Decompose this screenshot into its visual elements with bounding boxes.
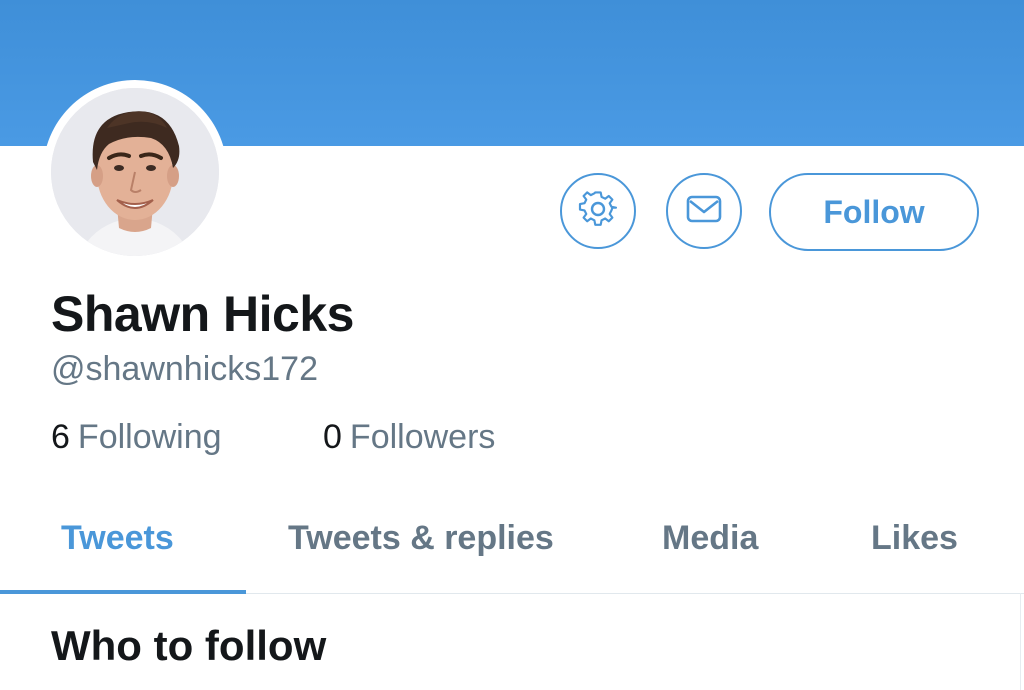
followers-label: Followers [349, 418, 496, 456]
display-name: Shawn Hicks [51, 286, 354, 342]
tab-media[interactable]: Media [662, 519, 758, 558]
message-button[interactable] [666, 173, 742, 249]
followers-count: 0 [323, 418, 342, 456]
tab-tweets[interactable]: Tweets [61, 519, 174, 558]
envelope-icon [684, 189, 724, 234]
following-count: 6 [51, 418, 70, 456]
user-handle: @shawnhicks172 [51, 350, 318, 388]
followers-stat[interactable]: 0 Followers [323, 418, 495, 457]
settings-button[interactable] [560, 173, 636, 249]
profile-tabs: Tweets Tweets & replies Media Likes [0, 505, 1024, 594]
avatar[interactable] [43, 80, 227, 264]
following-stat[interactable]: 6 Following [51, 418, 222, 457]
profile-page: Follow Shawn Hicks @shawnhicks172 6 Follo… [0, 0, 1024, 690]
tab-likes[interactable]: Likes [871, 519, 958, 558]
gear-icon [578, 189, 618, 234]
tab-tweets-and-replies[interactable]: Tweets & replies [288, 519, 554, 558]
following-label: Following [77, 418, 222, 456]
divider [1020, 593, 1021, 690]
avatar-photo [51, 88, 219, 256]
follow-button[interactable]: Follow [769, 173, 979, 251]
who-to-follow-title: Who to follow [51, 622, 327, 669]
active-tab-indicator [0, 590, 246, 594]
